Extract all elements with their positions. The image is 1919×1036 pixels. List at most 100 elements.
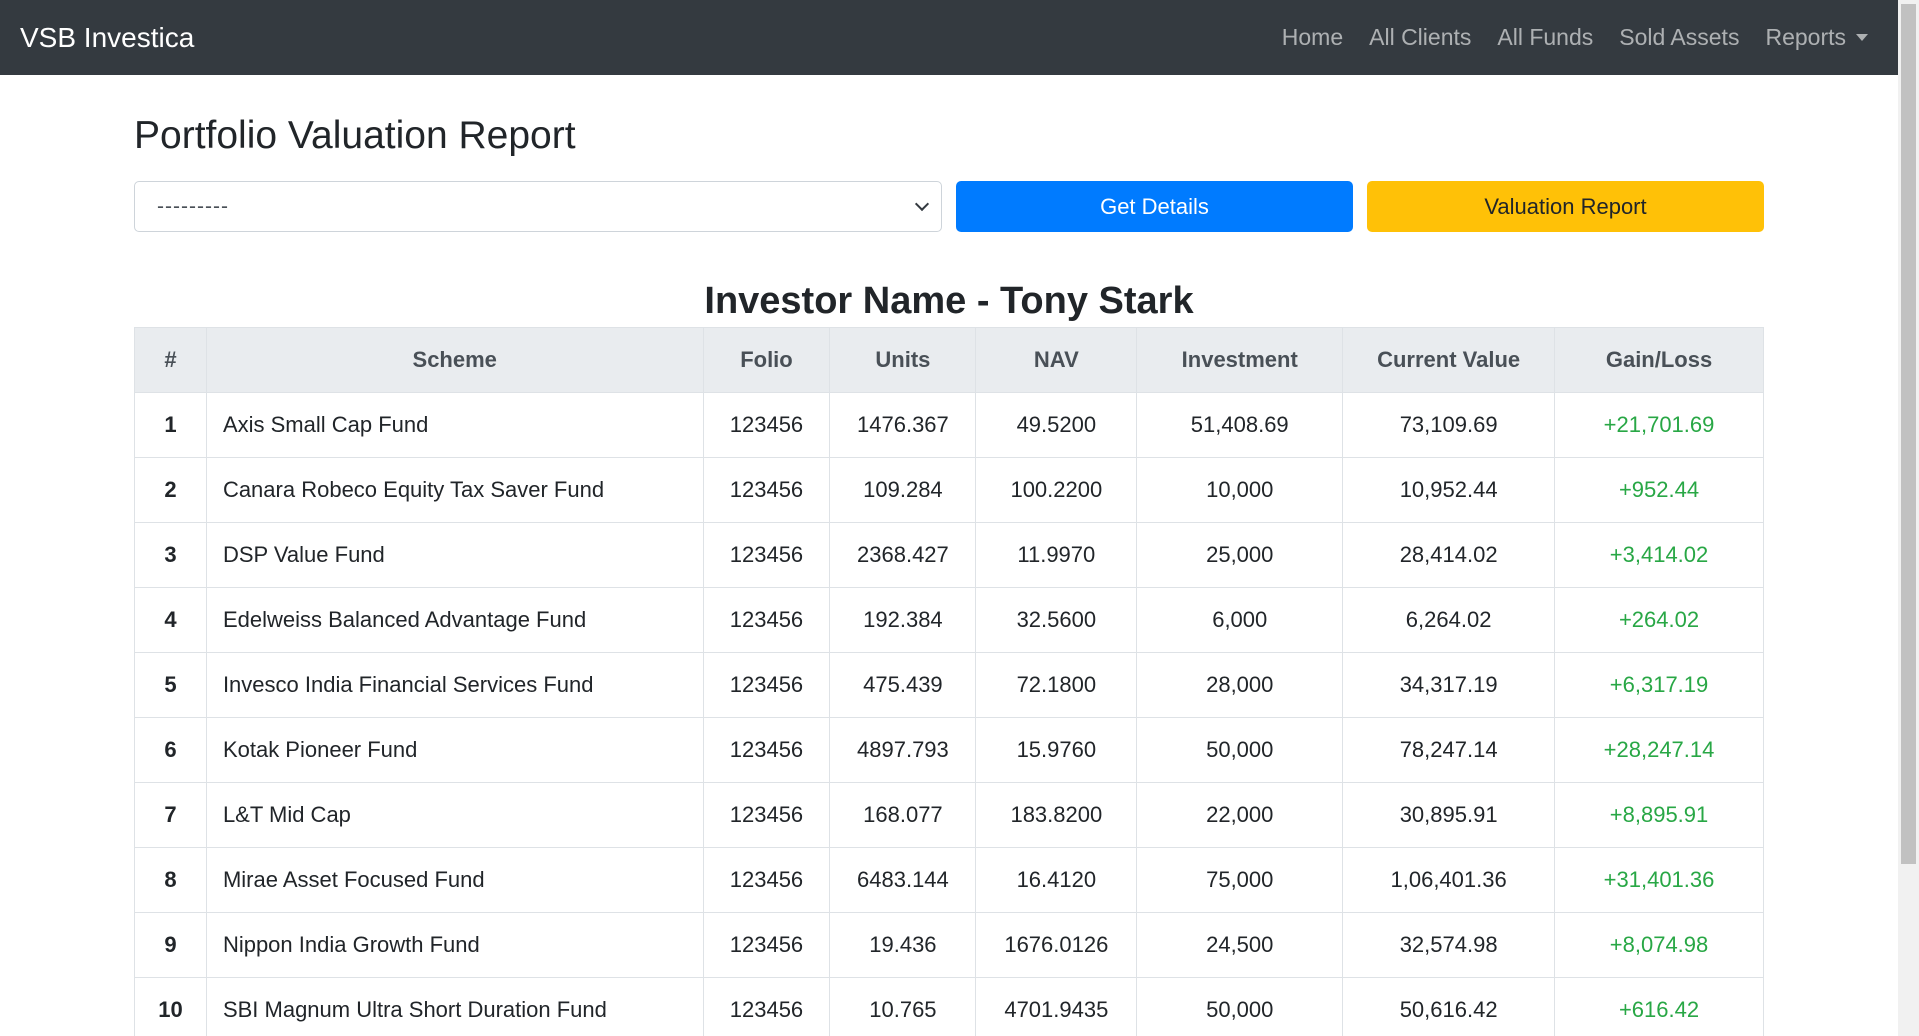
cell-nav: 4701.9435 (975, 977, 1138, 1036)
get-details-button[interactable]: Get Details (956, 181, 1353, 232)
col-header-index: # (134, 327, 207, 393)
cell-scheme: Mirae Asset Focused Fund (205, 847, 704, 913)
cell-gain-loss: +6,317.19 (1554, 652, 1764, 718)
valuation-report-button[interactable]: Valuation Report (1367, 181, 1764, 232)
cell-investment: 10,000 (1136, 457, 1344, 523)
main-content: Portfolio Valuation Report --------- Get… (134, 75, 1764, 1036)
cell-scheme: Kotak Pioneer Fund (205, 717, 704, 783)
cell-units: 192.384 (829, 587, 977, 653)
cell-scheme: Nippon India Growth Fund (205, 912, 704, 978)
col-header-folio: Folio (702, 327, 831, 393)
table-row: 10 SBI Magnum Ultra Short Duration Fund 12… (134, 977, 1764, 1036)
cell-investment: 51,408.69 (1136, 392, 1344, 458)
cell-nav: 49.5200 (975, 392, 1138, 458)
cell-scheme: Canara Robeco Equity Tax Saver Fund (205, 457, 704, 523)
cell-units: 2368.427 (829, 522, 977, 588)
nav-link-home[interactable]: Home (1282, 24, 1343, 51)
table-row: 6 Kotak Pioneer Fund 123456 4897.793 15.9760… (134, 717, 1764, 783)
investor-name-heading: Investor Name - Tony Stark (704, 280, 1194, 322)
cell-index: 2 (134, 457, 207, 523)
page-title: Portfolio Valuation Report (134, 114, 576, 157)
brand-link[interactable]: VSB Investica (20, 22, 194, 54)
cell-nav: 11.9970 (975, 522, 1138, 588)
cell-index: 3 (134, 522, 207, 588)
cell-index: 4 (134, 587, 207, 653)
cell-scheme: SBI Magnum Ultra Short Duration Fund (205, 977, 704, 1036)
cell-gain-loss: +952.44 (1554, 457, 1764, 523)
table-row: 4 Edelweiss Balanced Advantage Fund 123456… (134, 587, 1764, 653)
cell-units: 168.077 (829, 782, 977, 848)
cell-folio: 123456 (702, 717, 831, 783)
cell-units: 19.436 (829, 912, 977, 978)
cell-gain-loss: +8,074.98 (1554, 912, 1764, 978)
cell-gain-loss: +616.42 (1554, 977, 1764, 1036)
cell-folio: 123456 (702, 847, 831, 913)
cell-scheme: Invesco India Financial Services Fund (205, 652, 704, 718)
col-header-scheme: Scheme (205, 327, 704, 393)
cell-investment: 50,000 (1136, 977, 1344, 1036)
col-header-current-value: Current Value (1342, 327, 1556, 393)
cell-current-value: 50,616.42 (1342, 977, 1556, 1036)
cell-index: 6 (134, 717, 207, 783)
nav-link-all-clients[interactable]: All Clients (1369, 24, 1471, 51)
scrollbar-thumb[interactable] (1901, 4, 1916, 864)
cell-scheme: DSP Value Fund (205, 522, 704, 588)
col-header-nav: NAV (975, 327, 1138, 393)
cell-index: 9 (134, 912, 207, 978)
cell-nav: 72.1800 (975, 652, 1138, 718)
cell-units: 1476.367 (829, 392, 977, 458)
cell-gain-loss: +31,401.36 (1554, 847, 1764, 913)
cell-investment: 22,000 (1136, 782, 1344, 848)
table-row: 7 L&T Mid Cap 123456 168.077 183.8200 22,000 3… (134, 782, 1764, 848)
cell-current-value: 6,264.02 (1342, 587, 1556, 653)
investor-select[interactable]: --------- (134, 181, 942, 232)
nav-dropdown-reports[interactable]: Reports (1765, 24, 1868, 51)
cell-gain-loss: +264.02 (1554, 587, 1764, 653)
cell-gain-loss: +8,895.91 (1554, 782, 1764, 848)
cell-nav: 16.4120 (975, 847, 1138, 913)
nav-link-sold-assets[interactable]: Sold Assets (1619, 24, 1739, 51)
cell-scheme: Axis Small Cap Fund (205, 392, 704, 458)
cell-units: 109.284 (829, 457, 977, 523)
nav-link-all-funds[interactable]: All Funds (1497, 24, 1593, 51)
cell-folio: 123456 (702, 652, 831, 718)
cell-folio: 123456 (702, 587, 831, 653)
cell-index: 7 (134, 782, 207, 848)
cell-current-value: 78,247.14 (1342, 717, 1556, 783)
cell-investment: 75,000 (1136, 847, 1344, 913)
cell-gain-loss: +21,701.69 (1554, 392, 1764, 458)
table-row: 9 Nippon India Growth Fund 123456 19.436 167… (134, 912, 1764, 978)
table-row: 2 Canara Robeco Equity Tax Saver Fund 1234… (134, 457, 1764, 523)
cell-nav: 15.9760 (975, 717, 1138, 783)
cell-folio: 123456 (702, 522, 831, 588)
nav-links: Home All Clients All Funds Sold Assets R… (1282, 24, 1878, 51)
cell-nav: 100.2200 (975, 457, 1138, 523)
cell-scheme: L&T Mid Cap (205, 782, 704, 848)
col-header-units: Units (829, 327, 977, 393)
cell-current-value: 10,952.44 (1342, 457, 1556, 523)
cell-investment: 28,000 (1136, 652, 1344, 718)
table-row: 3 DSP Value Fund 123456 2368.427 11.9970 25,0… (134, 522, 1764, 588)
cell-index: 5 (134, 652, 207, 718)
cell-current-value: 28,414.02 (1342, 522, 1556, 588)
cell-units: 6483.144 (829, 847, 977, 913)
cell-folio: 123456 (702, 977, 831, 1036)
cell-current-value: 30,895.91 (1342, 782, 1556, 848)
top-navbar: VSB Investica Home All Clients All Funds… (0, 0, 1898, 75)
cell-index: 1 (134, 392, 207, 458)
cell-folio: 123456 (702, 392, 831, 458)
cell-scheme: Edelweiss Balanced Advantage Fund (205, 587, 704, 653)
col-header-investment: Investment (1136, 327, 1344, 393)
cell-units: 10.765 (829, 977, 977, 1036)
cell-investment: 6,000 (1136, 587, 1344, 653)
investor-select-value: --------- (157, 194, 229, 218)
table-header-row: # Scheme Folio Units NAV Investment Curr… (134, 327, 1764, 393)
cell-investment: 50,000 (1136, 717, 1344, 783)
table-row: 8 Mirae Asset Focused Fund 123456 6483.144 1… (134, 847, 1764, 913)
cell-investment: 25,000 (1136, 522, 1344, 588)
chevron-down-icon (914, 196, 930, 212)
cell-units: 4897.793 (829, 717, 977, 783)
col-header-gain-loss: Gain/Loss (1554, 327, 1764, 393)
cell-index: 10 (134, 977, 207, 1036)
app-viewport: VSB Investica Home All Clients All Funds… (0, 0, 1919, 1036)
